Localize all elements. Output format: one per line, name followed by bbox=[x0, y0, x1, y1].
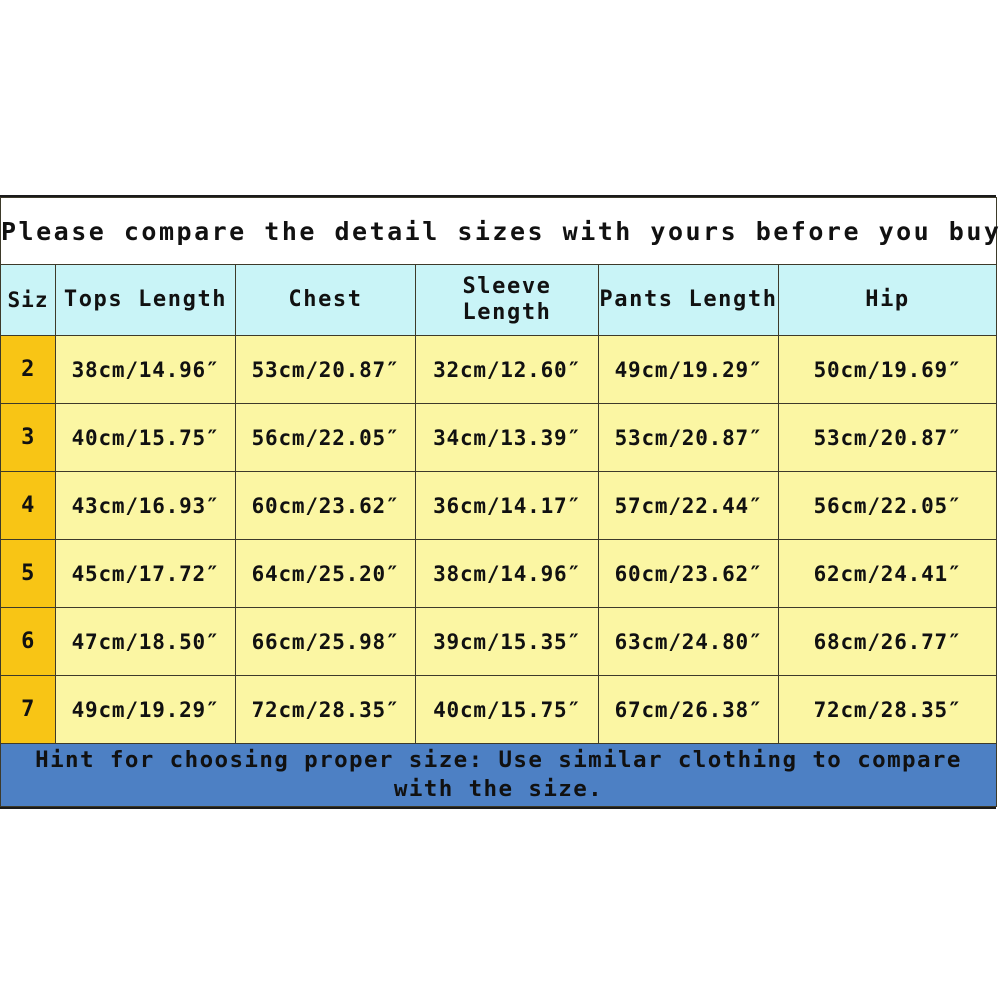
cell-hip: 53cm/20.87″ bbox=[778, 403, 997, 472]
table-row: 5 45cm/17.72″ 64cm/25.20″ 38cm/14.96″ 60… bbox=[0, 539, 997, 608]
cell-pants-length: 53cm/20.87″ bbox=[598, 403, 779, 472]
cell-chest: 72cm/28.35″ bbox=[235, 675, 416, 744]
table-row: 6 47cm/18.50″ 66cm/25.98″ 39cm/15.35″ 63… bbox=[0, 607, 997, 676]
cell-hip: 72cm/28.35″ bbox=[778, 675, 997, 744]
size-chart-container: Please compare the detail sizes with you… bbox=[0, 195, 999, 809]
column-header-chest: Chest bbox=[235, 264, 416, 336]
cell-pants-length: 49cm/19.29″ bbox=[598, 335, 779, 404]
size-chart-table: Please compare the detail sizes with you… bbox=[0, 197, 999, 807]
table-row: 2 38cm/14.96″ 53cm/20.87″ 32cm/12.60″ 49… bbox=[0, 335, 997, 404]
cell-pants-length: 60cm/23.62″ bbox=[598, 539, 779, 608]
cell-hip: 68cm/26.77″ bbox=[778, 607, 997, 676]
column-header-sleeve-length: Sleeve Length bbox=[415, 264, 599, 336]
cell-size: 4 bbox=[0, 471, 56, 540]
cell-sleeve-length: 32cm/12.60″ bbox=[415, 335, 599, 404]
column-header-hip: Hip bbox=[778, 264, 997, 336]
table-row: 4 43cm/16.93″ 60cm/23.62″ 36cm/14.17″ 57… bbox=[0, 471, 997, 540]
footer-hint-text: Hint for choosing proper size: Use simil… bbox=[0, 743, 997, 807]
cell-size: 3 bbox=[0, 403, 56, 472]
footer-hint-row: Hint for choosing proper size: Use simil… bbox=[0, 743, 997, 807]
cell-size: 2 bbox=[0, 335, 56, 404]
chart-title: Please compare the detail sizes with you… bbox=[0, 197, 999, 265]
sleeve-label-line2: Length bbox=[462, 300, 552, 325]
cell-tops-length: 49cm/19.29″ bbox=[55, 675, 236, 744]
column-header-tops-length: Tops Length bbox=[55, 264, 236, 336]
cell-sleeve-length: 36cm/14.17″ bbox=[415, 471, 599, 540]
cell-hip: 50cm/19.69″ bbox=[778, 335, 997, 404]
cell-hip: 56cm/22.05″ bbox=[778, 471, 997, 540]
table-row: 3 40cm/15.75″ 56cm/22.05″ 34cm/13.39″ 53… bbox=[0, 403, 997, 472]
cell-chest: 56cm/22.05″ bbox=[235, 403, 416, 472]
table-row: 7 49cm/19.29″ 72cm/28.35″ 40cm/15.75″ 67… bbox=[0, 675, 997, 744]
column-header-pants-length: Pants Length bbox=[598, 264, 779, 336]
cell-chest: 53cm/20.87″ bbox=[235, 335, 416, 404]
cell-pants-length: 63cm/24.80″ bbox=[598, 607, 779, 676]
cell-sleeve-length: 38cm/14.96″ bbox=[415, 539, 599, 608]
cell-sleeve-length: 40cm/15.75″ bbox=[415, 675, 599, 744]
cell-tops-length: 40cm/15.75″ bbox=[55, 403, 236, 472]
cell-chest: 66cm/25.98″ bbox=[235, 607, 416, 676]
cell-pants-length: 57cm/22.44″ bbox=[598, 471, 779, 540]
sleeve-label-line1: Sleeve bbox=[462, 274, 552, 300]
table-header-row: Siz Tops Length Chest Sleeve Length Pant… bbox=[0, 264, 997, 336]
cell-chest: 60cm/23.62″ bbox=[235, 471, 416, 540]
column-header-size: Siz bbox=[0, 264, 56, 336]
cell-pants-length: 67cm/26.38″ bbox=[598, 675, 779, 744]
cell-sleeve-length: 39cm/15.35″ bbox=[415, 607, 599, 676]
cell-tops-length: 38cm/14.96″ bbox=[55, 335, 236, 404]
cell-size: 6 bbox=[0, 607, 56, 676]
cell-tops-length: 43cm/16.93″ bbox=[55, 471, 236, 540]
cell-hip: 62cm/24.41″ bbox=[778, 539, 997, 608]
title-row: Please compare the detail sizes with you… bbox=[0, 197, 999, 265]
cell-size: 7 bbox=[0, 675, 56, 744]
cell-tops-length: 45cm/17.72″ bbox=[55, 539, 236, 608]
cell-chest: 64cm/25.20″ bbox=[235, 539, 416, 608]
cell-sleeve-length: 34cm/13.39″ bbox=[415, 403, 599, 472]
cell-tops-length: 47cm/18.50″ bbox=[55, 607, 236, 676]
cell-size: 5 bbox=[0, 539, 56, 608]
